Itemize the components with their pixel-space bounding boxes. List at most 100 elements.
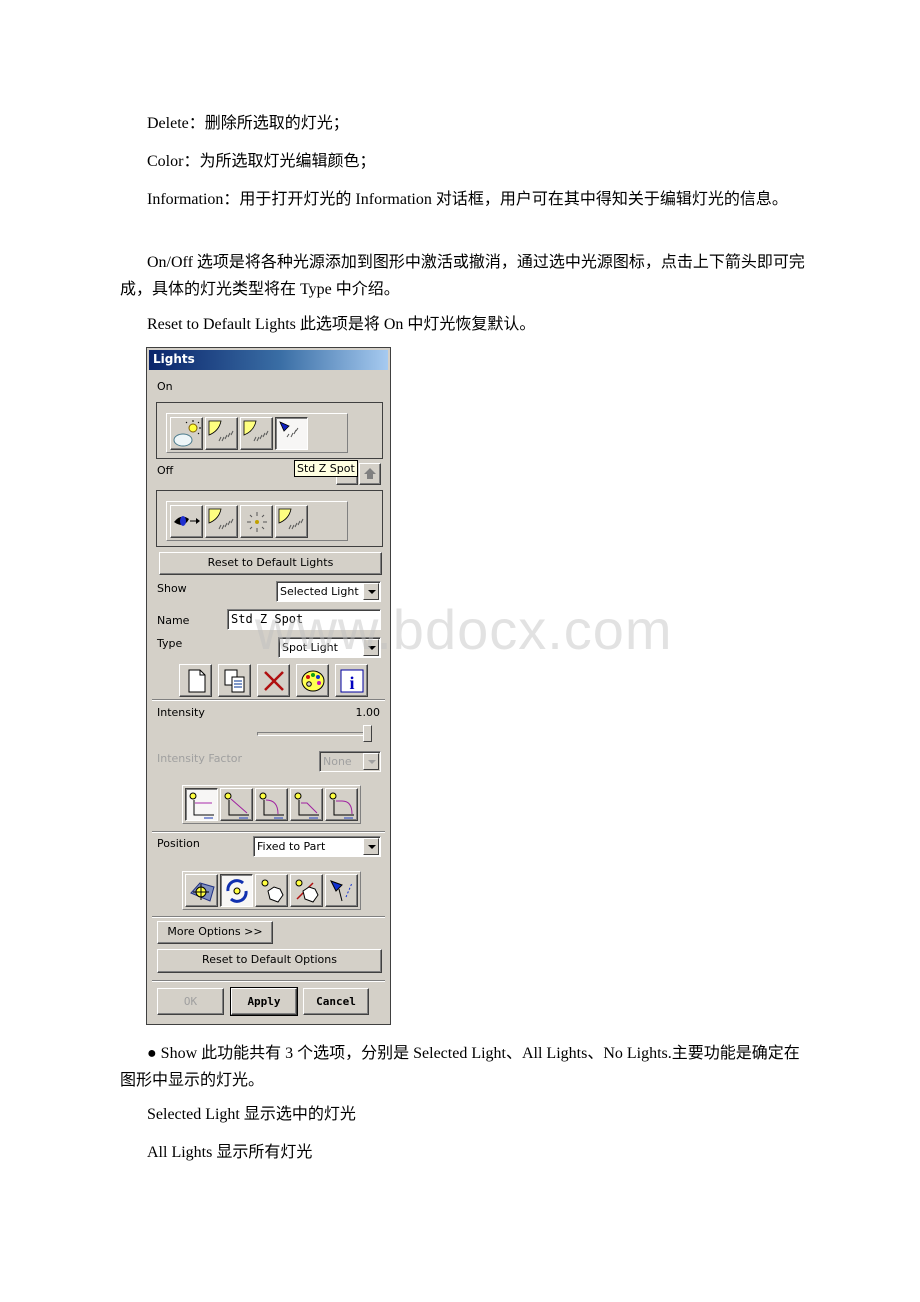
apply-button[interactable]: Apply: [230, 987, 298, 1016]
falloff-linear-range-icon: [294, 792, 319, 818]
distant-light-button-4[interactable]: [275, 505, 308, 538]
copy-icon: [224, 669, 244, 692]
ambient-light-icon: [173, 419, 201, 446]
type-dropdown[interactable]: Spot Light: [278, 637, 381, 658]
svg-text:i: i: [349, 673, 354, 693]
falloff-quadratic-icon: [259, 792, 284, 818]
intensity-value: 1.00: [355, 706, 381, 719]
chevron-down-icon[interactable]: [363, 639, 379, 656]
falloff-quadratic-range-icon: [329, 792, 354, 818]
intensity-factor-value: None: [323, 755, 352, 768]
ok-button[interactable]: OK: [157, 988, 224, 1015]
copy-light-button[interactable]: [218, 664, 251, 697]
position-label: Position: [157, 837, 200, 850]
intensity-factor-label: Intensity Factor: [157, 752, 243, 765]
name-label: Name: [157, 614, 190, 627]
on-label: On: [157, 380, 173, 393]
move-up-button[interactable]: [359, 463, 381, 485]
name-input[interactable]: Std Z Spot: [227, 609, 381, 630]
intensity-factor-dropdown[interactable]: None: [319, 751, 381, 772]
paragraph-on-off: On/Off 选项是将各种光源添加到图形中激活或撤消，通过选中光源图标，点击上下…: [120, 254, 805, 298]
spot-direction-button[interactable]: [325, 874, 358, 907]
aim-light-button[interactable]: [290, 874, 323, 907]
off-lights-list[interactable]: [166, 501, 348, 541]
reset-default-options-button[interactable]: Reset to Default Options: [157, 949, 382, 973]
color-button[interactable]: [296, 664, 329, 697]
orbit-button[interactable]: [220, 874, 253, 907]
eye-light-icon: [173, 515, 200, 526]
paragraph-all-lights: All Lights 显示所有灯光: [147, 1144, 313, 1161]
spot-direction-icon: [329, 879, 352, 901]
paragraph-delete: Delete：删除所选取的灯光；: [147, 115, 349, 132]
eye-light-button[interactable]: [170, 505, 203, 538]
light-actions-toolbar: i: [179, 664, 368, 697]
dialog-title: Lights: [149, 350, 388, 370]
hand-light-icon: [261, 879, 284, 903]
paragraph-information: Information：用于打开灯光的 Information 对话框，用户可在…: [147, 191, 788, 208]
intensity-slider-thumb[interactable]: [363, 725, 372, 742]
falloff-linear-button[interactable]: [220, 788, 253, 821]
position-toolbar: [182, 871, 361, 910]
tooltip: Std Z Spot: [294, 460, 358, 477]
falloff-linear-icon: [224, 792, 249, 818]
lights-dialog: Lights On Std Z Spot Off Reset to Defaul…: [146, 347, 391, 1025]
ambient-light-button[interactable]: [170, 417, 203, 450]
on-lights-group: [156, 402, 383, 459]
show-value: Selected Light: [280, 585, 359, 598]
more-options-button[interactable]: More Options >>: [157, 921, 273, 944]
show-dropdown[interactable]: Selected Light: [276, 581, 381, 602]
distant-light-icon: [243, 420, 268, 441]
off-lights-group: [156, 490, 383, 547]
spot-light-button[interactable]: [275, 417, 308, 450]
separator: [152, 916, 385, 918]
new-document-icon: [188, 669, 205, 692]
paragraph-selected-light: Selected Light 显示选中的灯光: [147, 1106, 356, 1123]
falloff-none-button[interactable]: [185, 788, 218, 821]
intensity-label: Intensity: [157, 706, 205, 719]
location-target-icon: [189, 881, 215, 902]
separator: [152, 699, 385, 701]
separator: [152, 980, 385, 982]
type-label: Type: [157, 637, 183, 650]
arrow-up-icon: [364, 468, 376, 479]
position-value: Fixed to Part: [257, 840, 326, 853]
distant-light-button-3[interactable]: [205, 505, 238, 538]
paragraph-color: Color：为所选取灯光编辑颜色；: [147, 153, 376, 170]
chevron-down-icon[interactable]: [363, 583, 379, 600]
on-lights-list[interactable]: [166, 413, 348, 453]
off-label: Off: [157, 464, 174, 477]
falloff-constant-icon: [189, 792, 214, 818]
point-light-button[interactable]: [240, 505, 273, 538]
orbit-icon: [225, 878, 248, 903]
distant-light-button-1[interactable]: [205, 417, 238, 450]
reset-default-lights-button[interactable]: Reset to Default Lights: [159, 552, 382, 575]
falloff-quadratic-button[interactable]: [255, 788, 288, 821]
chevron-down-icon[interactable]: [363, 838, 379, 855]
separator: [152, 831, 385, 833]
falloff-toolbar: [182, 785, 361, 824]
distant-light-icon: [278, 508, 303, 529]
distant-light-icon: [208, 508, 233, 529]
palette-icon: [301, 670, 324, 691]
drag-light-button[interactable]: [255, 874, 288, 907]
position-dropdown[interactable]: Fixed to Part: [253, 836, 381, 857]
paragraph-reset-lights: Reset to Default Lights 此选项是将 On 中灯光恢复默认…: [147, 316, 536, 333]
falloff-linear-range-button[interactable]: [290, 788, 323, 821]
type-value: Spot Light: [282, 641, 338, 654]
falloff-quadratic-range-button[interactable]: [325, 788, 358, 821]
location-button[interactable]: [185, 874, 218, 907]
show-label: Show: [157, 582, 187, 595]
chevron-down-icon[interactable]: [363, 753, 379, 770]
paragraph-show: ● Show 此功能共有 3 个选项，分别是 Selected Light、Al…: [120, 1045, 800, 1089]
delete-light-button[interactable]: [257, 664, 290, 697]
new-light-button[interactable]: [179, 664, 212, 697]
intensity-slider-track[interactable]: [257, 732, 372, 736]
cancel-button[interactable]: Cancel: [303, 988, 369, 1015]
spot-light-icon: [278, 420, 298, 437]
hand-aim-icon: [295, 879, 319, 903]
information-button[interactable]: i: [335, 664, 368, 697]
distant-light-icon: [208, 420, 233, 441]
info-icon: i: [340, 669, 363, 693]
point-light-icon: [246, 511, 267, 532]
distant-light-button-2[interactable]: [240, 417, 273, 450]
